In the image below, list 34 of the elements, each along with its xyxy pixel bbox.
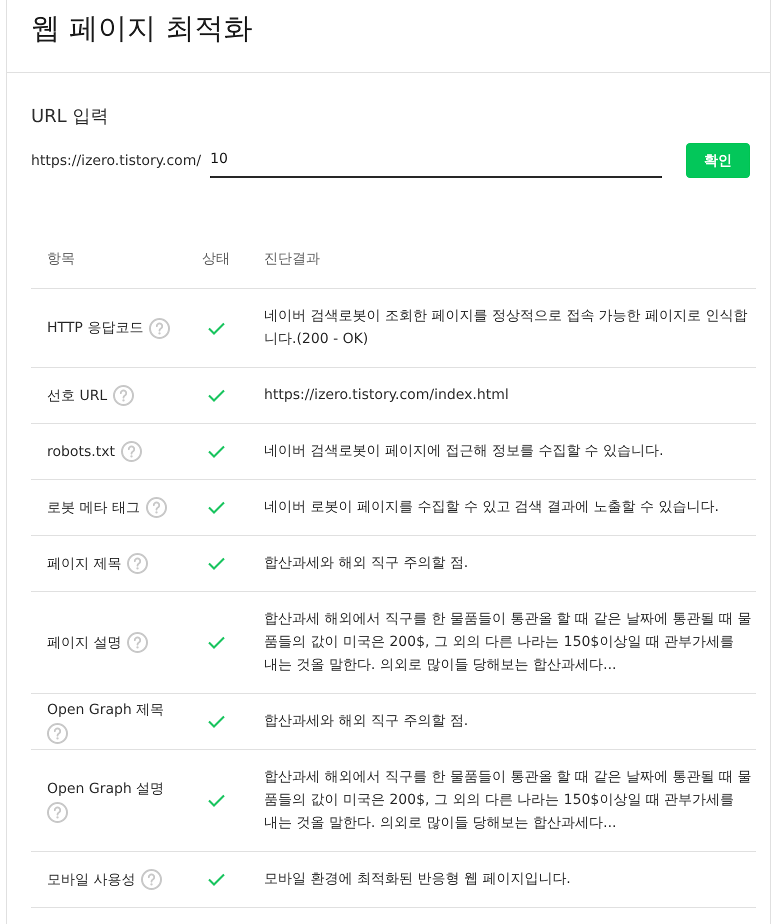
result-text: 합산과세 해외에서 직구를 한 물품들이 통관올 할 때 같은 날짜에 통관될 때 물품들의 값이 미국은 200$, 그 외의 다른 나라는 150$이상일 때 관부가세를 내는 것올 말한다. 의외로 많이들 당해보는 합산과세다... bbox=[263, 610, 752, 675]
item-name: 페이지 설명 bbox=[47, 634, 122, 652]
result-text: 모바일 환경에 최적화된 반응형 웹 페이지입니다. bbox=[263, 870, 572, 889]
result-text: https://izero.tistory.com/index.html bbox=[263, 386, 510, 405]
item-name: HTTP 응답코드 bbox=[47, 319, 144, 338]
result-text: 네이버 로봇이 페이지를 수집할 수 있고 검색 결과에 노출할 수 있습니다. bbox=[263, 498, 720, 517]
help-icon[interactable] bbox=[149, 318, 170, 338]
item-name: robots.txt bbox=[47, 442, 115, 462]
help-icon[interactable] bbox=[47, 802, 68, 823]
help-icon[interactable] bbox=[141, 869, 162, 890]
result-text: 네이버 검색로봇이 페이지에 접근해 정보를 수집할 수 있습니다. bbox=[263, 442, 665, 461]
result-text: 합산과세와 해외 직구 주의할 점. bbox=[263, 712, 470, 731]
column-header: 항목 bbox=[47, 250, 75, 268]
column-header: 진단결과 bbox=[264, 250, 320, 268]
help-icon[interactable] bbox=[47, 723, 68, 744]
column-header: 상태 bbox=[202, 250, 230, 268]
item-name: 페이지 제목 bbox=[47, 554, 122, 574]
result-text: 합산과세 해외에서 직구를 한 물품들이 통관올 할 때 같은 날짜에 통관될 때 물품들의 값이 미국은 200$, 그 외의 다른 나라는 150$이상일 때 관부가세를 내는 것올 말한다. 의외로 많이들 당해보는 합산과세다... bbox=[263, 768, 752, 833]
help-icon[interactable] bbox=[113, 385, 134, 406]
section-title: URL 입력 bbox=[31, 105, 108, 129]
item-name: Open Graph 설명 bbox=[47, 780, 164, 799]
result-text: 합산과세와 해외 직구 주의할 점. bbox=[263, 554, 470, 573]
item-name: Open Graph 제목 bbox=[47, 701, 164, 720]
result-text: 네이버 검색로봇이 조회한 페이지를 정상적으로 접속 가능한 페이지로 인식합니다.(200 - OK) bbox=[263, 307, 749, 349]
help-icon[interactable] bbox=[127, 553, 148, 574]
help-icon[interactable] bbox=[146, 497, 167, 518]
url-prefix: https://izero.tistory.com/ bbox=[31, 152, 202, 168]
item-name: 선호 URL bbox=[47, 386, 108, 406]
help-icon[interactable] bbox=[127, 632, 148, 653]
url-input[interactable]: 10 bbox=[210, 143, 662, 178]
help-icon[interactable] bbox=[120, 441, 142, 462]
item-name: 모바일 사용성 bbox=[47, 870, 136, 890]
page-title: 웹 페이지 최적화 bbox=[31, 10, 252, 47]
item-name: 로봇 메타 태그 bbox=[47, 498, 140, 518]
